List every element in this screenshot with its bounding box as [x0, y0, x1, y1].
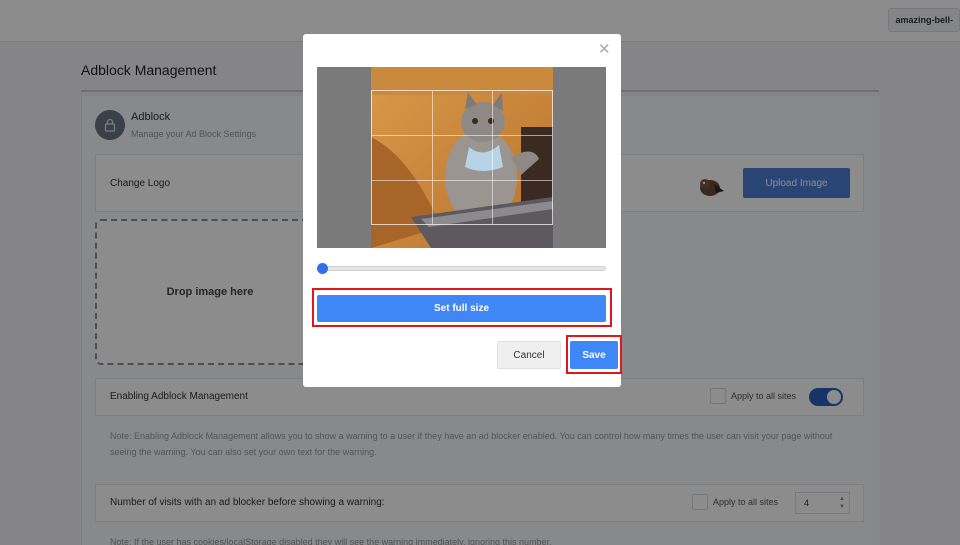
zoom-slider-track[interactable]	[322, 266, 606, 271]
close-icon[interactable]: ✕	[598, 40, 611, 58]
crop-selection[interactable]	[371, 90, 553, 225]
set-full-size-button[interactable]: Set full size	[317, 295, 606, 322]
crop-canvas[interactable]	[317, 67, 606, 248]
save-button[interactable]: Save	[570, 341, 618, 369]
cancel-button[interactable]: Cancel	[497, 341, 561, 369]
zoom-slider-thumb[interactable]	[317, 263, 328, 274]
